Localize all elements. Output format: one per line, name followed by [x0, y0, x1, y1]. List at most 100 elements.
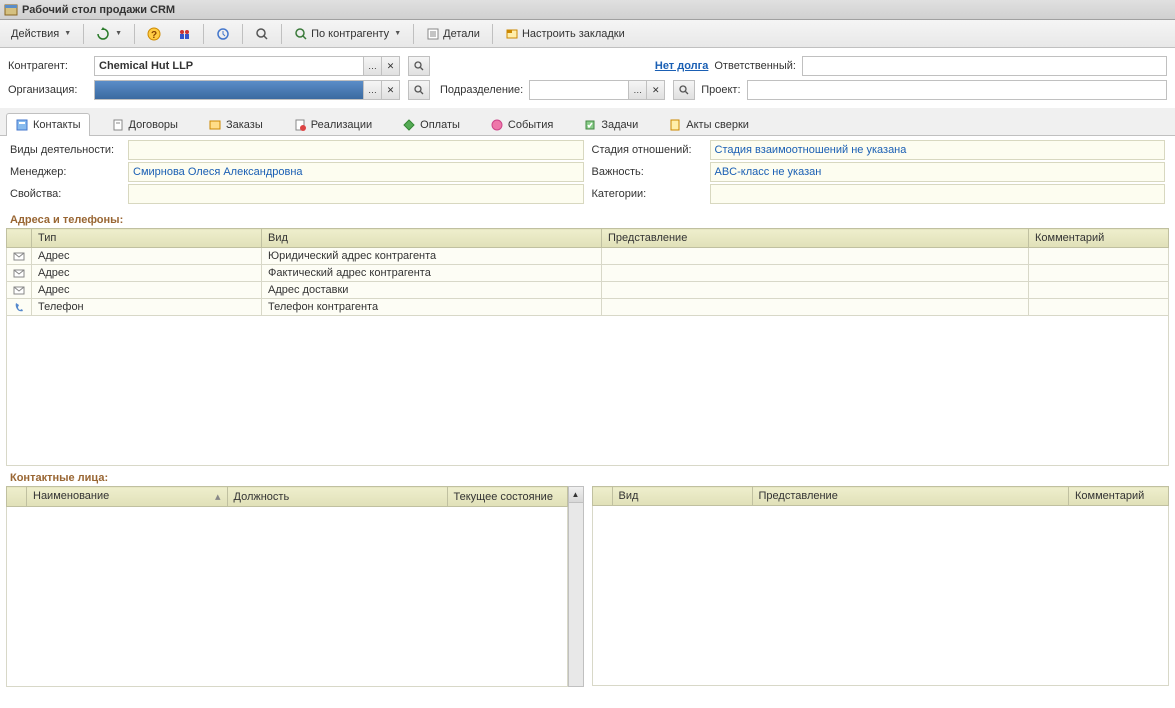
select-btn[interactable]: …	[364, 80, 382, 100]
customize-tabs-btn[interactable]: Настроить закладки	[498, 23, 632, 45]
svg-text:?: ?	[151, 30, 157, 41]
activity-types-value[interactable]	[128, 140, 584, 160]
cell-type: Адрес	[32, 282, 262, 299]
col-icon[interactable]	[7, 487, 27, 507]
properties-value[interactable]	[128, 184, 584, 204]
col-kind[interactable]: Вид	[262, 229, 602, 248]
col-type[interactable]: Тип	[32, 229, 262, 248]
row-icon	[7, 248, 32, 265]
contacts-left-body[interactable]	[6, 507, 568, 687]
project-input[interactable]	[747, 80, 1167, 100]
importance-value[interactable]: ABC-класс не указан	[710, 162, 1166, 182]
col-position[interactable]: Должность	[227, 487, 447, 507]
tab-sales[interactable]: Реализации	[284, 113, 381, 136]
organization-label: Организация:	[8, 84, 88, 96]
title-bar: Рабочий стол продажи CRM	[0, 0, 1175, 20]
table-row[interactable]: АдресФактический адрес контрагента	[7, 265, 1169, 282]
select-btn[interactable]: …	[629, 80, 647, 100]
tab-tasks[interactable]: Задачи	[574, 113, 647, 136]
col-comment[interactable]: Комментарий	[1029, 229, 1169, 248]
contacts-left-table: Наименование ▴ Должность Текущее состоян…	[6, 486, 568, 507]
col-icon[interactable]	[592, 487, 612, 506]
tab-orders[interactable]: Заказы	[199, 113, 272, 136]
clear-btn[interactable]: ✕	[382, 56, 400, 76]
importance-label: Важность:	[592, 166, 702, 178]
col-kind[interactable]: Вид	[612, 487, 752, 506]
tab-reconciliation[interactable]: Акты сверки	[659, 113, 758, 136]
cell-type: Телефон	[32, 299, 262, 316]
toolbar: Действия▼ ▼ ? По контрагенту▼ Детали Нас…	[0, 20, 1175, 48]
cell-repr	[602, 299, 1029, 316]
clear-btn[interactable]: ✕	[647, 80, 665, 100]
tab-contacts[interactable]: Контакты	[6, 113, 90, 136]
properties-label: Свойства:	[10, 188, 120, 200]
cell-repr	[602, 282, 1029, 299]
refresh-icon-btn[interactable]: ▼	[89, 23, 129, 45]
cell-repr	[602, 265, 1029, 282]
details-btn[interactable]: Детали	[419, 23, 487, 45]
separator	[242, 24, 243, 44]
col-repr[interactable]: Представление	[752, 487, 1069, 506]
window-title: Рабочий стол продажи CRM	[22, 4, 175, 16]
col-icon[interactable]	[7, 229, 32, 248]
col-name[interactable]: Наименование ▴	[27, 487, 228, 507]
help-icon-btn[interactable]: ?	[140, 23, 168, 45]
categories-label: Категории:	[592, 188, 702, 200]
table-row[interactable]: АдресЮридический адрес контрагента	[7, 248, 1169, 265]
people-icon-btn[interactable]	[170, 23, 198, 45]
cell-type: Адрес	[32, 248, 262, 265]
tab-payments[interactable]: Оплаты	[393, 113, 469, 136]
col-comment[interactable]: Комментарий	[1069, 487, 1169, 506]
table-row[interactable]: АдресАдрес доставки	[7, 282, 1169, 299]
separator	[134, 24, 135, 44]
manager-value[interactable]: Смирнова Олеся Александровна	[128, 162, 584, 182]
col-repr[interactable]: Представление	[602, 229, 1029, 248]
project-label: Проект:	[701, 84, 740, 96]
contacts-area: Наименование ▴ Должность Текущее состоян…	[0, 486, 1175, 687]
by-counterparty-btn[interactable]: По контрагенту▼	[287, 23, 408, 45]
row-icon	[7, 265, 32, 282]
organization-input[interactable]	[94, 80, 364, 100]
search-icon-btn[interactable]	[248, 23, 276, 45]
stage-value[interactable]: Стадия взаимоотношений не указана	[710, 140, 1166, 160]
tab-events[interactable]: События	[481, 113, 562, 136]
separator	[203, 24, 204, 44]
clear-btn[interactable]: ✕	[382, 80, 400, 100]
organization-row: Организация: … ✕ Подразделение: … ✕ Прое…	[0, 78, 1175, 102]
cell-repr	[602, 248, 1029, 265]
scroll-up-icon[interactable]: ▲	[569, 487, 583, 503]
cell-type: Адрес	[32, 265, 262, 282]
cell-comment	[1029, 265, 1169, 282]
table-row[interactable]: ТелефонТелефон контрагента	[7, 299, 1169, 316]
cell-kind: Телефон контрагента	[262, 299, 602, 316]
search-counterparty-btn[interactable]	[408, 56, 430, 76]
responsible-input[interactable]	[802, 56, 1167, 76]
tab-bar: Контакты Договоры Заказы Реализации Опла…	[0, 108, 1175, 136]
cell-comment	[1029, 299, 1169, 316]
responsible-label: Ответственный:	[714, 60, 796, 72]
cell-kind: Юридический адрес контрагента	[262, 248, 602, 265]
search-subdivision-btn[interactable]	[673, 80, 695, 100]
cell-kind: Адрес доставки	[262, 282, 602, 299]
cell-kind: Фактический адрес контрагента	[262, 265, 602, 282]
select-btn[interactable]: …	[364, 56, 382, 76]
counterparty-input[interactable]: Chemical Hut LLP	[94, 56, 364, 76]
window-icon	[4, 3, 18, 17]
contacts-right-body[interactable]	[592, 506, 1170, 686]
tab-agreements[interactable]: Договоры	[102, 113, 187, 136]
history-icon-btn[interactable]	[209, 23, 237, 45]
subdivision-label: Подразделение:	[440, 84, 523, 96]
categories-value[interactable]	[710, 184, 1166, 204]
col-state[interactable]: Текущее состояние	[447, 487, 567, 507]
no-debt-link[interactable]: Нет долга	[655, 60, 708, 72]
contacts-section-title: Контактные лица:	[0, 466, 1175, 486]
separator	[492, 24, 493, 44]
row-icon	[7, 299, 32, 316]
actions-menu[interactable]: Действия▼	[4, 24, 78, 44]
subdivision-input[interactable]	[529, 80, 629, 100]
cell-comment	[1029, 248, 1169, 265]
scrollbar[interactable]: ▲	[568, 486, 584, 687]
addresses-section-title: Адреса и телефоны:	[0, 208, 1175, 228]
search-organization-btn[interactable]	[408, 80, 430, 100]
addresses-empty-area	[6, 316, 1169, 466]
